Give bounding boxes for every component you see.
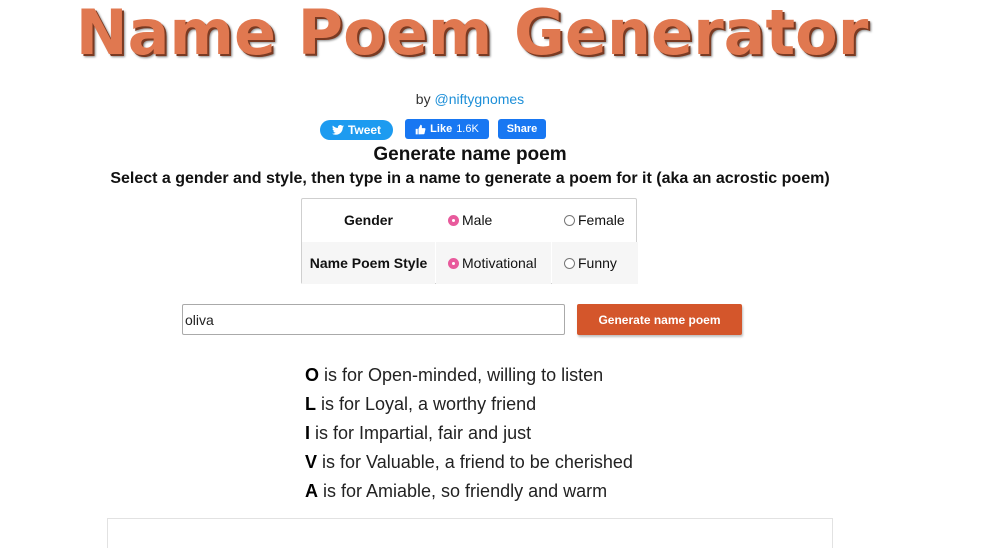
radio-female[interactable] [564,214,575,226]
gender-option-female-label: Female [578,212,625,228]
radio-funny[interactable] [564,257,575,269]
like-count: 1.6K [456,123,479,135]
radio-motivational[interactable] [448,257,459,269]
style-option-motivational[interactable]: Motivational [436,242,551,284]
gender-row: Gender Male Female [302,199,636,241]
poem-text: is for Impartial, fair and just [310,423,532,443]
instructions: Select a gender and style, then type in … [110,170,830,187]
style-option-motivational-label: Motivational [462,255,537,271]
options-table: Gender Male Female Name Poem Style Motiv… [301,198,638,284]
byline-prefix: by [415,91,431,107]
tweet-label: Tweet [347,123,382,137]
poem-line: I is for Impartial, fair and just [305,419,633,448]
gender-option-male[interactable]: Male [436,199,551,241]
poem-letter: A [305,481,318,501]
facebook-share-button[interactable]: Share [498,119,546,139]
poem-line: V is for Valuable, a friend to be cheris… [305,448,633,477]
byline: by @niftygnomes [0,91,940,107]
poem-line: L is for Loyal, a worthy friend [305,390,633,419]
poem-line: O is for Open-minded, willing to listen [305,361,633,390]
style-label: Name Poem Style [302,242,435,284]
poem-text: is for Amiable, so friendly and warm [318,481,608,501]
poem-text: is for Loyal, a worthy friend [316,394,537,414]
style-option-funny-label: Funny [578,255,617,271]
poem-line: A is for Amiable, so friendly and warm [305,477,633,506]
tweet-button[interactable]: Tweet [320,120,393,140]
content-panel [107,518,833,548]
poem-text: is for Valuable, a friend to be cherishe… [317,452,633,472]
style-row: Name Poem Style Motivational Funny [302,242,638,284]
section-heading: Generate name poem [373,144,567,165]
thumbs-up-icon [415,124,426,134]
author-link[interactable]: @niftygnomes [434,91,524,107]
poem-letter: O [305,365,320,385]
share-label: Share [506,123,538,135]
poem-letter: L [305,394,316,414]
generate-poem-button[interactable]: Generate name poem [577,304,742,335]
page-title: Name Poem Generator [75,0,869,69]
radio-male[interactable] [448,214,459,226]
name-input[interactable] [182,304,565,335]
poem-output: O is for Open-minded, willing to listen … [305,361,633,506]
gender-label: Gender [343,212,393,228]
twitter-bird-icon [331,125,344,135]
gender-option-male-label: Male [462,212,493,228]
poem-text: is for Open-minded, willing to listen [319,365,604,385]
style-option-funny[interactable]: Funny [552,242,638,284]
poem-letter: V [305,452,318,472]
gender-option-female[interactable]: Female [552,199,638,241]
facebook-like-button[interactable]: Like 1.6K [405,119,489,139]
like-label: Like [430,123,453,135]
